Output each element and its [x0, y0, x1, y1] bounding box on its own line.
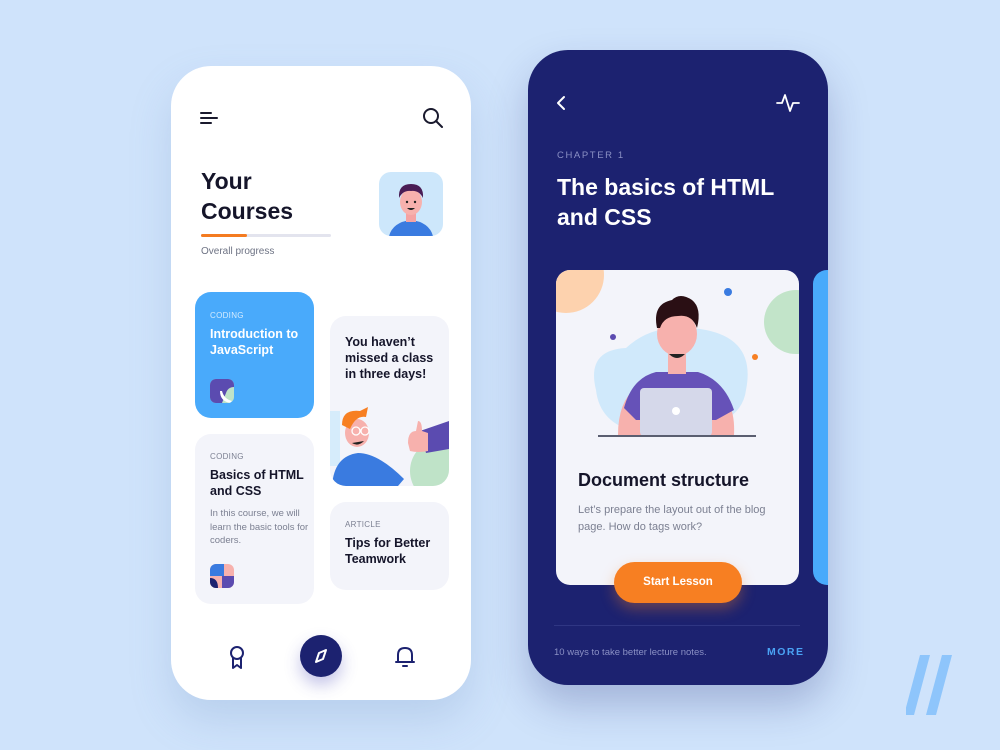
- card-tag: CODING: [210, 311, 244, 320]
- avatar-illustration: [389, 184, 433, 236]
- javascript-course-logo-icon: [210, 379, 234, 403]
- lesson-screen: CHAPTER 1 The basics of HTML and CSS Doc…: [528, 50, 828, 685]
- card-title: Introduction to JavaScript: [210, 327, 299, 357]
- start-lesson-button[interactable]: Start Lesson: [614, 562, 742, 603]
- bell-icon[interactable]: [394, 645, 416, 669]
- next-lesson-card[interactable]: [813, 270, 828, 585]
- courses-screen: Your Courses Overall progress CODING Int…: [171, 66, 471, 700]
- article-card[interactable]: ARTICLE Tips for Better Teamwork: [330, 502, 449, 590]
- thumbs-up-illustration: [330, 407, 449, 486]
- brand-logo-icon: [906, 655, 952, 715]
- card-title: Tips for Better Teamwork: [345, 536, 431, 566]
- html-course-logo-icon: [210, 564, 234, 588]
- progress-fill: [201, 234, 247, 237]
- card-title: Basics of HTML and CSS: [210, 468, 304, 498]
- lesson-card[interactable]: Document structure Let’s prepare the lay…: [556, 270, 799, 585]
- overall-progress-bar: [201, 234, 331, 237]
- avatar[interactable]: [379, 172, 443, 236]
- card-tag: CODING: [210, 452, 244, 461]
- developer-illustration: [556, 270, 799, 437]
- bottom-nav: [171, 610, 471, 700]
- divider: [554, 625, 800, 626]
- chapter-label: CHAPTER 1: [557, 150, 625, 161]
- motivation-card[interactable]: You haven’t missed a class in three days…: [330, 316, 449, 486]
- card-title: You haven’t missed a class in three days…: [345, 335, 434, 381]
- page-title: Your Courses: [201, 168, 294, 224]
- course-card-html-css[interactable]: CODING Basics of HTML and CSS In this co…: [195, 434, 314, 604]
- card-tag: ARTICLE: [345, 520, 381, 529]
- activity-icon[interactable]: [776, 92, 800, 114]
- lesson-description: Let’s prepare the layout out of the blog…: [578, 504, 766, 533]
- course-card-javascript[interactable]: CODING Introduction to JavaScript: [195, 292, 314, 418]
- card-description: In this course, we will learn the basic …: [210, 508, 309, 546]
- chapter-title: The basics of HTML and CSS: [557, 174, 774, 230]
- footer-note[interactable]: 10 ways to take better lecture notes.: [554, 647, 707, 658]
- award-icon[interactable]: [227, 645, 247, 671]
- more-link[interactable]: MORE: [767, 646, 805, 658]
- chevron-left-icon[interactable]: [554, 94, 568, 112]
- explore-button[interactable]: [300, 635, 342, 677]
- compass-icon: [315, 649, 327, 663]
- progress-label: Overall progress: [201, 246, 275, 257]
- search-icon[interactable]: [421, 106, 445, 130]
- menu-icon[interactable]: [200, 110, 218, 126]
- lesson-title: Document structure: [578, 470, 750, 490]
